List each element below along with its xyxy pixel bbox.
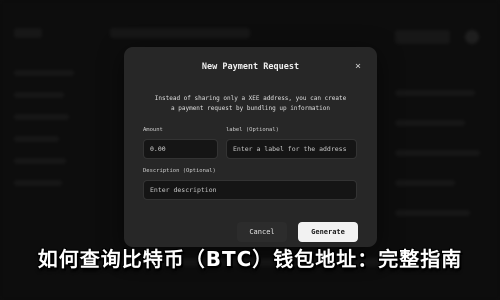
- dialog-title: New Payment Request: [201, 62, 300, 72]
- dialog-description: Instead of sharing only a XEE address, y…: [144, 94, 357, 114]
- amount-input[interactable]: [143, 139, 218, 159]
- description-field-label: Description (Optional): [143, 168, 216, 174]
- overlay-caption: 如何查询比特币（BTC）钱包地址：完整指南: [37, 247, 463, 271]
- dialog-description-line: a payment request by bundling up informa…: [171, 105, 330, 112]
- label-input[interactable]: [226, 139, 357, 159]
- generate-button[interactable]: Generate: [298, 222, 358, 242]
- label-field-label: label (Optional): [226, 127, 279, 133]
- close-icon[interactable]: ×: [353, 62, 363, 72]
- dialog-description-line: Instead of sharing only a XEE address, y…: [154, 95, 347, 102]
- amount-label: Amount: [143, 127, 163, 133]
- description-input[interactable]: [143, 180, 357, 200]
- cancel-button[interactable]: Cancel: [237, 222, 287, 242]
